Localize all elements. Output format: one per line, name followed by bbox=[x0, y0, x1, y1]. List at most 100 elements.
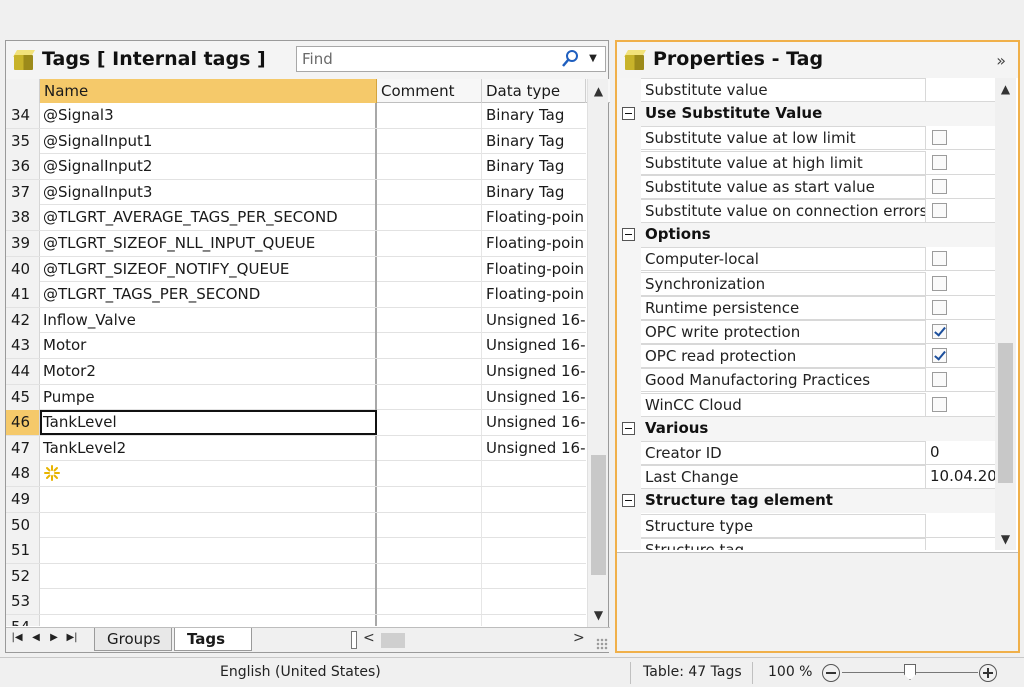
property-category[interactable]: Structure tag element bbox=[617, 489, 995, 514]
tab-tags[interactable]: Tags bbox=[174, 628, 252, 651]
property-value-cell[interactable] bbox=[926, 393, 995, 417]
row-number[interactable]: 41 bbox=[6, 282, 40, 308]
property-value[interactable]: 0 bbox=[926, 441, 995, 465]
scroll-down-icon[interactable]: ▼ bbox=[588, 605, 609, 625]
table-row[interactable]: 52 bbox=[6, 563, 586, 590]
property-value-cell[interactable] bbox=[926, 344, 995, 369]
property-row[interactable]: WinCC Cloud bbox=[617, 392, 995, 417]
property-value-cell[interactable] bbox=[926, 126, 995, 151]
checkbox[interactable] bbox=[932, 178, 947, 194]
cell-comment[interactable] bbox=[377, 307, 482, 333]
cell-name[interactable]: @Signal3 bbox=[40, 103, 377, 128]
row-number[interactable]: 54 bbox=[6, 615, 40, 626]
table-row[interactable]: 45 Pumpe Unsigned 16- bbox=[6, 384, 586, 411]
search-icon[interactable] bbox=[561, 49, 579, 69]
cell-data-type[interactable]: Binary Tag bbox=[482, 154, 586, 179]
cell-data-type[interactable]: Unsigned 16- bbox=[482, 410, 586, 435]
cell-comment[interactable] bbox=[377, 615, 482, 626]
cell-name[interactable]: Motor bbox=[40, 333, 377, 359]
find-input[interactable] bbox=[297, 47, 547, 71]
property-value-cell[interactable] bbox=[926, 296, 995, 320]
zoom-out-icon[interactable] bbox=[822, 664, 840, 682]
row-number[interactable]: 48 bbox=[6, 461, 40, 487]
horizontal-scroll-thumb[interactable] bbox=[381, 633, 405, 648]
row-number[interactable]: 36 bbox=[6, 154, 40, 180]
cell-comment[interactable] bbox=[377, 410, 482, 436]
cell-data-type[interactable] bbox=[482, 461, 586, 486]
cell-name[interactable]: @TLGRT_TAGS_PER_SECOND bbox=[40, 282, 377, 308]
cell-data-type[interactable]: Unsigned 16- bbox=[482, 308, 586, 333]
scroll-up-icon[interactable]: ▲ bbox=[995, 80, 1016, 98]
cell-data-type[interactable]: Binary Tag bbox=[482, 129, 586, 154]
cell-data-type[interactable]: Floating-poin bbox=[482, 282, 586, 307]
table-row[interactable]: 42 Inflow_Valve Unsigned 16- bbox=[6, 307, 586, 334]
cell-data-type[interactable]: Unsigned 16- bbox=[482, 359, 586, 384]
collapse-icon[interactable] bbox=[622, 107, 635, 121]
find-dropdown-icon[interactable]: ▼ bbox=[585, 47, 601, 71]
cell-name[interactable] bbox=[40, 563, 377, 589]
cell-comment[interactable] bbox=[377, 179, 482, 205]
row-number[interactable]: 35 bbox=[6, 128, 40, 154]
scroll-up-icon[interactable]: ▲ bbox=[588, 81, 609, 101]
category-label[interactable]: Options bbox=[641, 223, 995, 248]
property-value-cell[interactable] bbox=[926, 272, 995, 296]
cell-name[interactable] bbox=[40, 615, 377, 626]
cell-name[interactable]: @TLGRT_AVERAGE_TAGS_PER_SECOND bbox=[40, 205, 377, 231]
table-row[interactable]: 37 @SignalInput3 Binary Tag bbox=[6, 179, 586, 206]
property-value-cell[interactable] bbox=[926, 151, 995, 175]
prev-page-icon[interactable]: ◀ bbox=[30, 632, 42, 643]
property-row[interactable]: OPC write protection bbox=[617, 320, 995, 345]
checkbox[interactable] bbox=[932, 396, 947, 412]
zoom-slider-thumb[interactable] bbox=[904, 664, 916, 680]
zoom-in-icon[interactable] bbox=[979, 664, 997, 682]
table-row[interactable]: 48 bbox=[6, 461, 586, 487]
first-page-icon[interactable]: |◀ bbox=[11, 632, 23, 643]
table-row[interactable]: 54 bbox=[6, 615, 586, 626]
cell-data-type[interactable] bbox=[482, 564, 586, 589]
property-row[interactable]: Structure tag bbox=[617, 537, 995, 550]
table-row[interactable]: 40 @TLGRT_SIZEOF_NOTIFY_QUEUE Floating-poi… bbox=[6, 256, 586, 283]
cell-name[interactable]: TankLevel2 bbox=[40, 435, 377, 461]
column-header-data-type[interactable]: Data type bbox=[482, 79, 586, 103]
cell-data-type[interactable]: Binary Tag bbox=[482, 103, 586, 128]
scroll-right-icon[interactable]: > bbox=[573, 630, 585, 646]
table-row[interactable]: 50 bbox=[6, 512, 586, 539]
status-language[interactable]: English (United States) bbox=[220, 664, 381, 680]
table-row[interactable]: 49 bbox=[6, 487, 586, 513]
row-number[interactable]: 51 bbox=[6, 538, 40, 564]
cell-data-type[interactable]: Unsigned 16- bbox=[482, 436, 586, 461]
cell-comment[interactable] bbox=[377, 487, 482, 512]
property-value-cell[interactable] bbox=[926, 368, 995, 393]
cell-name[interactable]: @TLGRT_SIZEOF_NOTIFY_QUEUE bbox=[40, 256, 377, 282]
table-row[interactable]: 35 @SignalInput1 Binary Tag bbox=[6, 128, 586, 155]
row-number[interactable]: 34 bbox=[6, 103, 40, 128]
splitter-handle[interactable] bbox=[351, 631, 357, 649]
property-row[interactable]: Substitute value at low limit bbox=[617, 126, 995, 151]
property-row[interactable]: Runtime persistence bbox=[617, 295, 995, 320]
row-number[interactable]: 40 bbox=[6, 256, 40, 282]
cell-data-type[interactable] bbox=[482, 589, 586, 614]
properties-vertical-scrollbar[interactable]: ▲ ▼ bbox=[995, 78, 1016, 550]
property-row[interactable]: Substitute value bbox=[617, 78, 995, 103]
property-value-cell[interactable] bbox=[926, 320, 995, 344]
last-page-icon[interactable]: ▶| bbox=[66, 632, 78, 643]
column-header-name[interactable]: Name bbox=[40, 79, 377, 103]
cell-name[interactable]: Inflow_Valve bbox=[40, 307, 377, 333]
cell-data-type[interactable] bbox=[482, 513, 586, 538]
resize-grip-icon[interactable] bbox=[596, 638, 608, 650]
cell-name[interactable]: @SignalInput3 bbox=[40, 179, 377, 205]
scroll-thumb[interactable] bbox=[998, 343, 1013, 483]
cell-comment[interactable] bbox=[377, 359, 482, 384]
property-value[interactable] bbox=[926, 514, 995, 538]
cell-name[interactable] bbox=[40, 512, 377, 538]
row-number[interactable]: 43 bbox=[6, 333, 40, 359]
cell-name[interactable]: TankLevel bbox=[40, 410, 377, 436]
property-row[interactable]: Synchronization bbox=[617, 271, 995, 296]
property-value-cell[interactable] bbox=[926, 175, 995, 199]
cell-comment[interactable] bbox=[377, 512, 482, 538]
cell-name[interactable]: @SignalInput1 bbox=[40, 128, 377, 154]
row-number[interactable]: 47 bbox=[6, 435, 40, 461]
row-number[interactable]: 37 bbox=[6, 179, 40, 205]
table-row[interactable]: 43 Motor Unsigned 16- bbox=[6, 333, 586, 359]
row-number[interactable]: 44 bbox=[6, 359, 40, 384]
